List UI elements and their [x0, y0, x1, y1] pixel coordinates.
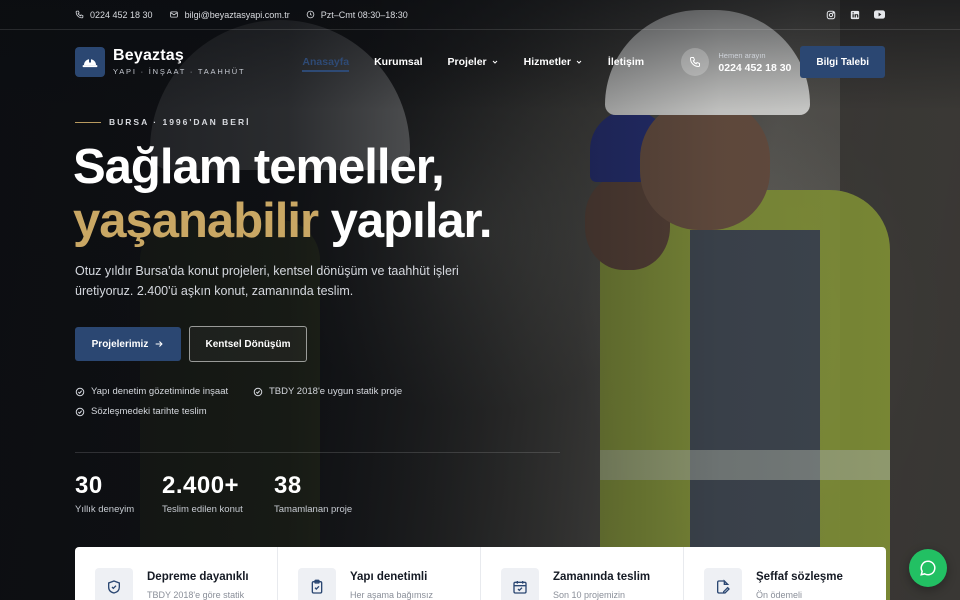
- headline-line-1: Sağlam temeller,: [73, 140, 445, 194]
- projects-button[interactable]: Projelerimiz: [75, 327, 181, 361]
- feature-title: Yapı denetimli: [350, 571, 428, 583]
- hero-lead: Otuz yıldır Bursa'da konut projeleri, ke…: [75, 264, 459, 298]
- call-block[interactable]: Hemen arayın 0224 452 18 30: [681, 48, 791, 76]
- brand-tagline: YAPI · İNŞAAT · TAAHHÜT: [113, 67, 246, 76]
- stats-divider: [75, 452, 560, 453]
- feature-card: Şeffaf sözleşme Ön ödemeli: [684, 547, 886, 600]
- call-number: 0224 452 18 30: [718, 61, 792, 74]
- topbar-phone-text: 0224 452 18 30: [90, 9, 153, 20]
- nav-item-hizmetler[interactable]: Hizmetler: [524, 56, 583, 68]
- logo[interactable]: Beyaztaş YAPI · İNŞAAT · TAAHHÜT: [75, 47, 245, 77]
- stat-homes: 2.400+ Teslim edilen konut: [162, 472, 243, 515]
- check-item-text: TBDY 2018'e uygun statik proje: [269, 386, 403, 397]
- eyebrow-divider: [75, 121, 101, 123]
- check-item: Sözleşmedeki tarihte teslim: [75, 406, 207, 417]
- feature-card: Depreme dayanıklı TBDY 2018'e göre stati…: [75, 547, 278, 600]
- feature-cards: Depreme dayanıklı TBDY 2018'e göre stati…: [75, 547, 886, 600]
- stat-years: 30 Yıllık deneyim: [75, 472, 134, 515]
- nav-item-label: Kurumsal: [374, 56, 423, 68]
- clock-icon: [306, 10, 315, 19]
- feature-card: Yapı denetimli Her aşama bağımsız: [278, 547, 481, 600]
- shield-icon: [95, 568, 133, 600]
- hard-hat-icon: [75, 47, 105, 77]
- nav-item-projeler[interactable]: Projeler: [448, 56, 499, 68]
- check-item-text: Yapı denetim gözetiminde inşaat: [91, 386, 229, 397]
- social-links: [826, 10, 885, 20]
- calendar-check-icon: [501, 568, 539, 600]
- headline-rest: yapılar.: [318, 194, 493, 248]
- phone-icon: [75, 10, 84, 19]
- stat-value: 38: [274, 472, 302, 499]
- headline-highlight: yaşanabilir: [73, 194, 319, 248]
- site-header: Beyaztaş YAPI · İNŞAAT · TAAHHÜT Anasayf…: [75, 44, 885, 80]
- nav-item-iletisim[interactable]: İletişim: [608, 56, 644, 68]
- brand-name: Beyaztaş: [113, 47, 184, 64]
- topbar-email-text: bilgi@beyaztasyapi.com.tr: [184, 9, 290, 20]
- check-item-text: Sözleşmedeki tarihte teslim: [91, 406, 207, 417]
- stat-label: Teslim edilen konut: [162, 504, 243, 515]
- clipboard-check-icon: [298, 568, 336, 600]
- feature-title: Depreme dayanıklı: [147, 571, 249, 583]
- chevron-down-icon: [492, 60, 497, 64]
- stat-value: 30: [75, 472, 103, 499]
- youtube-icon[interactable]: [874, 10, 885, 19]
- stat-projects: 38 Tamamlanan proje: [274, 472, 352, 515]
- nav-item-label: Anasayfa: [302, 56, 350, 68]
- eyebrow-text: BURSA · 1996'DAN BERİ: [109, 117, 251, 127]
- arrow-right-icon: [156, 341, 164, 347]
- check-circle-icon: [75, 407, 85, 416]
- info-request-button[interactable]: Bilgi Talebi: [800, 46, 885, 78]
- feature-text: Her aşama bağımsız: [350, 590, 434, 600]
- chat-bubble-icon: [920, 560, 936, 576]
- stat-value: 2.400+: [162, 472, 240, 499]
- stat-label: Yıllık deneyim: [75, 504, 135, 515]
- stat-label: Tamamlanan proje: [274, 504, 353, 515]
- chevron-down-icon: [576, 60, 582, 64]
- topbar-hours: Pzt–Cmt 08:30–18:30: [306, 10, 408, 20]
- call-label: Hemen arayın: [718, 50, 766, 60]
- feature-text: TBDY 2018'e göre statik: [147, 590, 245, 600]
- check-item: Yapı denetim gözetiminde inşaat: [75, 386, 228, 397]
- feature-title: Zamanında teslim: [553, 571, 651, 583]
- hero-headline: Sağlam temeller, yaşanabilir yapılar.: [73, 140, 493, 248]
- whatsapp-chat-button[interactable]: [909, 549, 947, 587]
- nav-item-label: Hizmetler: [523, 56, 571, 68]
- headline-line-2: yaşanabilir yapılar.: [73, 194, 493, 248]
- feature-card: Zamanında teslim Son 10 projemizin: [481, 547, 684, 600]
- topbar-hours-text: Pzt–Cmt 08:30–18:30: [320, 9, 408, 20]
- urban-renewal-button[interactable]: Kentsel Dönüşüm: [189, 326, 307, 362]
- document-edit-icon: [704, 568, 742, 600]
- feature-text: Son 10 projemizin: [553, 590, 626, 600]
- topbar-email[interactable]: bilgi@beyaztasyapi.com.tr: [169, 10, 290, 20]
- main-nav: Anasayfa Kurumsal Projeler Hizmetler İle…: [302, 52, 669, 72]
- nav-item-kurumsal[interactable]: Kurumsal: [374, 56, 422, 68]
- nav-item-label: İletişim: [607, 56, 645, 68]
- feature-title: Şeffaf sözleşme: [756, 571, 843, 583]
- nav-item-label: Projeler: [447, 56, 487, 68]
- check-circle-icon: [75, 387, 85, 396]
- phone-icon: [681, 48, 710, 76]
- instagram-icon[interactable]: [826, 10, 836, 20]
- feature-text: Ön ödemeli: [756, 590, 803, 600]
- projects-button-label: Projelerimiz: [91, 338, 149, 350]
- check-circle-icon: [253, 387, 263, 396]
- nav-item-anasayfa[interactable]: Anasayfa: [302, 56, 350, 72]
- check-item: TBDY 2018'e uygun statik proje: [253, 386, 402, 397]
- mail-icon: [169, 11, 178, 18]
- hero-eyebrow: BURSA · 1996'DAN BERİ: [75, 117, 250, 127]
- topbar-phone[interactable]: 0224 452 18 30: [75, 10, 153, 20]
- linkedin-icon[interactable]: [850, 10, 860, 20]
- top-info-bar: 0224 452 18 30 bilgi@beyaztasyapi.com.tr…: [0, 0, 960, 30]
